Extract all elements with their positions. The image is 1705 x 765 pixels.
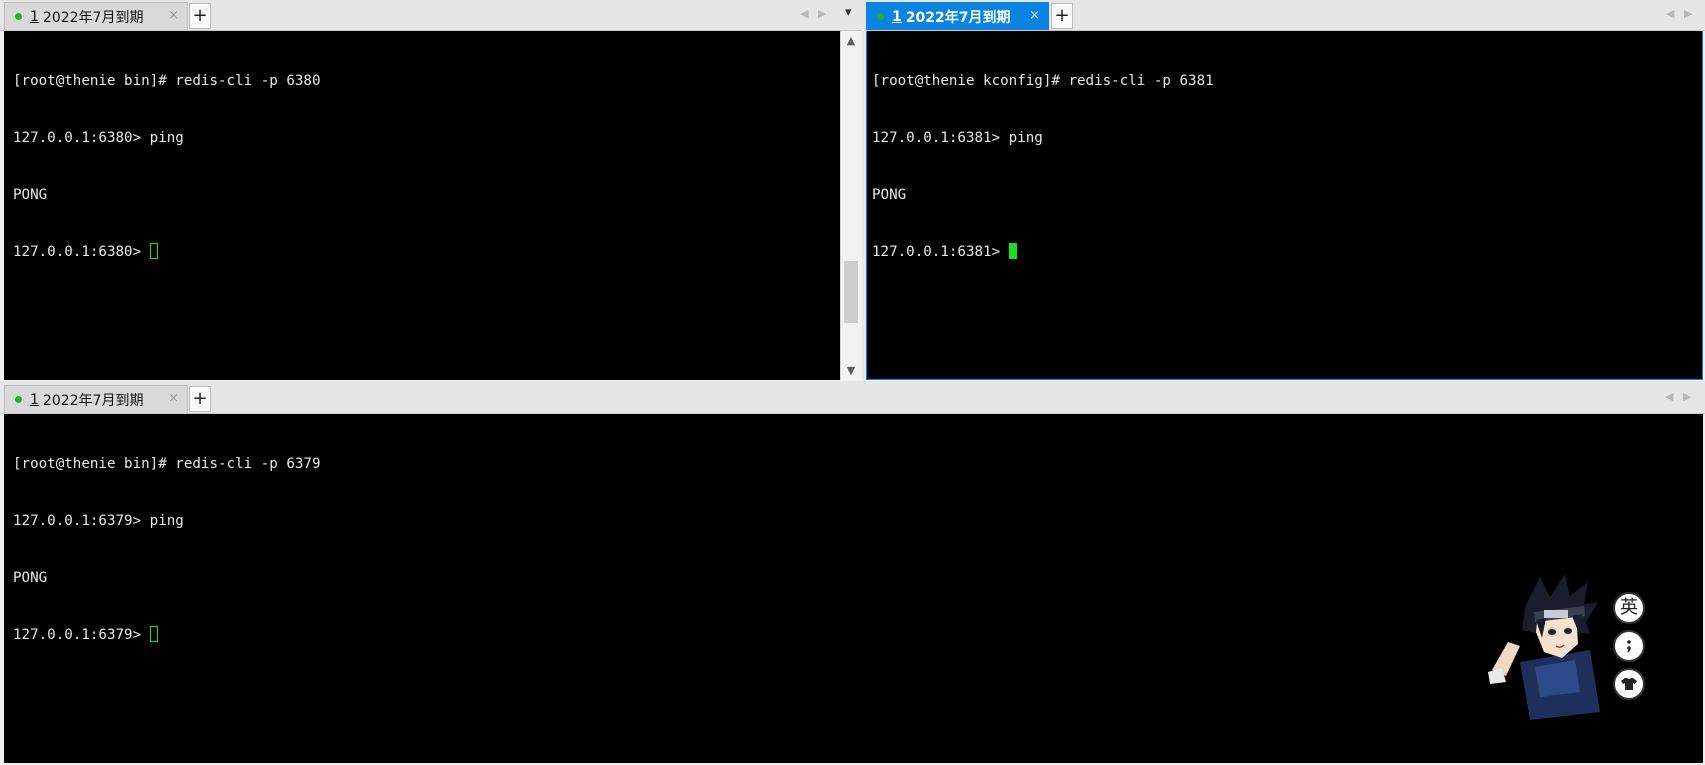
tab-scroll-left-icon[interactable]: ◀	[800, 7, 808, 20]
terminal-prompt-line: 127.0.0.1:6380>	[13, 243, 840, 262]
terminal-output[interactable]: [root@thenie bin]# redis-cli -p 6379 127…	[4, 414, 1703, 763]
vertical-scrollbar[interactable]: ▲ ▼	[840, 31, 861, 380]
terminal-line: 127.0.0.1:6381> ping	[872, 130, 1043, 146]
terminal-cursor	[149, 626, 158, 642]
tab-index: 1	[30, 391, 39, 408]
mascot-character-icon[interactable]	[1480, 572, 1610, 722]
terminal-cursor	[1008, 243, 1017, 259]
session-tab[interactable]: 1 2022年7月到期 ×	[4, 2, 188, 30]
terminal-line: [root@thenie bin]# redis-cli -p 6380	[13, 73, 321, 89]
scroll-down-arrow-icon[interactable]: ▼	[841, 364, 861, 377]
tab-title: 2022年7月到期	[905, 9, 1011, 26]
shirt-icon[interactable]	[1613, 668, 1645, 700]
ime-floating-widget[interactable]: 英	[1480, 572, 1655, 722]
terminal-prompt: 127.0.0.1:6381>	[872, 244, 1009, 260]
terminal-prompt-line: 127.0.0.1:6379>	[13, 626, 1703, 645]
terminal-cursor	[149, 243, 158, 259]
status-dot-icon	[15, 13, 22, 20]
tab-scroll-right-icon[interactable]: ▶	[1684, 7, 1692, 20]
ime-language-button[interactable]: 英	[1613, 592, 1645, 624]
terminal-line: PONG	[13, 187, 48, 203]
terminal-prompt-line: 127.0.0.1:6381>	[872, 243, 1702, 262]
pane-top-right: 1 2022年7月到期 × + ◀ ▶ [root@thenie kconfig…	[866, 0, 1705, 383]
terminal-line: [root@thenie kconfig]# redis-cli -p 6381	[872, 73, 1214, 89]
tab-scroll-left-icon[interactable]: ◀	[1665, 390, 1673, 403]
session-tab[interactable]: 1 2022年7月到期 ×	[4, 385, 188, 413]
tab-bar: 1 2022年7月到期 × + ◀ ▶ ▾	[0, 0, 862, 31]
tab-title: 2022年7月到期	[42, 9, 144, 26]
new-tab-button[interactable]: +	[189, 386, 211, 412]
tab-title: 2022年7月到期	[42, 392, 144, 409]
scroll-up-arrow-icon[interactable]: ▲	[841, 34, 861, 47]
close-icon[interactable]: ×	[168, 8, 179, 23]
terminal-line: 127.0.0.1:6379> ping	[13, 513, 184, 529]
close-icon[interactable]: ×	[1029, 8, 1040, 23]
status-dot-icon	[877, 13, 884, 20]
scrollbar-thumb[interactable]	[844, 260, 858, 323]
punctuation-icon[interactable]	[1613, 630, 1645, 662]
tab-bar: 1 2022年7月到期 × + ◀ ▶	[0, 383, 1705, 414]
tab-index: 1	[892, 8, 902, 25]
tab-scroll-right-icon[interactable]: ▶	[818, 7, 826, 20]
tab-list-dropdown-icon[interactable]: ▾	[845, 5, 852, 20]
terminal-line: 127.0.0.1:6380> ping	[13, 130, 184, 146]
status-dot-icon	[15, 396, 22, 403]
terminal-prompt: 127.0.0.1:6380>	[13, 244, 150, 260]
terminal-output[interactable]: [root@thenie kconfig]# redis-cli -p 6381…	[866, 31, 1703, 380]
close-icon[interactable]: ×	[168, 391, 179, 406]
terminal-output[interactable]: [root@thenie bin]# redis-cli -p 6380 127…	[4, 31, 840, 380]
terminal-line: [root@thenie bin]# redis-cli -p 6379	[13, 456, 321, 472]
new-tab-button[interactable]: +	[189, 3, 211, 29]
tab-bar: 1 2022年7月到期 × + ◀ ▶	[866, 0, 1705, 31]
session-tab-active[interactable]: 1 2022年7月到期 ×	[866, 2, 1049, 30]
new-tab-button[interactable]: +	[1051, 3, 1073, 29]
tab-index: 1	[30, 8, 39, 25]
pane-bottom: 1 2022年7月到期 × + ◀ ▶ [root@thenie bin]# r…	[0, 383, 1705, 765]
terminal-prompt: 127.0.0.1:6379>	[13, 627, 150, 643]
terminal-line: PONG	[13, 570, 48, 586]
tab-scroll-left-icon[interactable]: ◀	[1666, 7, 1674, 20]
pane-top-left: 1 2022年7月到期 × + ◀ ▶ ▾ [root@thenie bin]#…	[0, 0, 862, 383]
tab-scroll-right-icon[interactable]: ▶	[1683, 390, 1691, 403]
terminal-line: PONG	[872, 187, 907, 203]
